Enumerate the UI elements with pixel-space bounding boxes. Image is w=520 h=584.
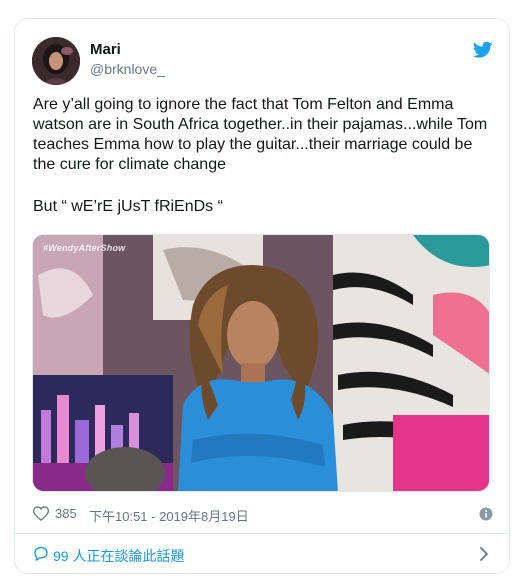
info-icon[interactable] bbox=[479, 507, 493, 521]
tweet-text: Are y’all going to ignore the fact that … bbox=[33, 95, 493, 217]
tweet-card[interactable]: Mari @brknlove_ Are y’all going to ignor… bbox=[14, 18, 510, 574]
heart-icon[interactable] bbox=[33, 506, 49, 521]
user-handle[interactable]: @brknlove_ bbox=[90, 61, 165, 77]
user-name[interactable]: Mari bbox=[90, 41, 121, 58]
tweet-body: Are y’all going to ignore the fact that … bbox=[33, 96, 488, 173]
avatar[interactable] bbox=[32, 37, 80, 85]
timestamp[interactable]: 下午10:51 - 2019年8月19日 bbox=[89, 506, 249, 525]
tweet-body-second: But “ wE’rE jUsT fRiEnDs “ bbox=[33, 198, 223, 215]
tweet-meta: 385 下午10:51 - 2019年8月19日 bbox=[33, 504, 493, 524]
like-count[interactable]: 385 bbox=[55, 506, 77, 521]
discussion-label[interactable]: 99 人正在談論此話題 bbox=[53, 546, 184, 566]
speech-bubble-icon bbox=[34, 546, 48, 561]
tweet-media[interactable]: #WendyAfterShow bbox=[32, 234, 490, 492]
media-watermark: #WendyAfterShow bbox=[43, 243, 126, 253]
discussion-link[interactable]: 99 人正在談論此話題 bbox=[15, 534, 509, 573]
twitter-bird-icon[interactable] bbox=[472, 41, 493, 59]
chevron-right-icon[interactable] bbox=[479, 546, 489, 562]
